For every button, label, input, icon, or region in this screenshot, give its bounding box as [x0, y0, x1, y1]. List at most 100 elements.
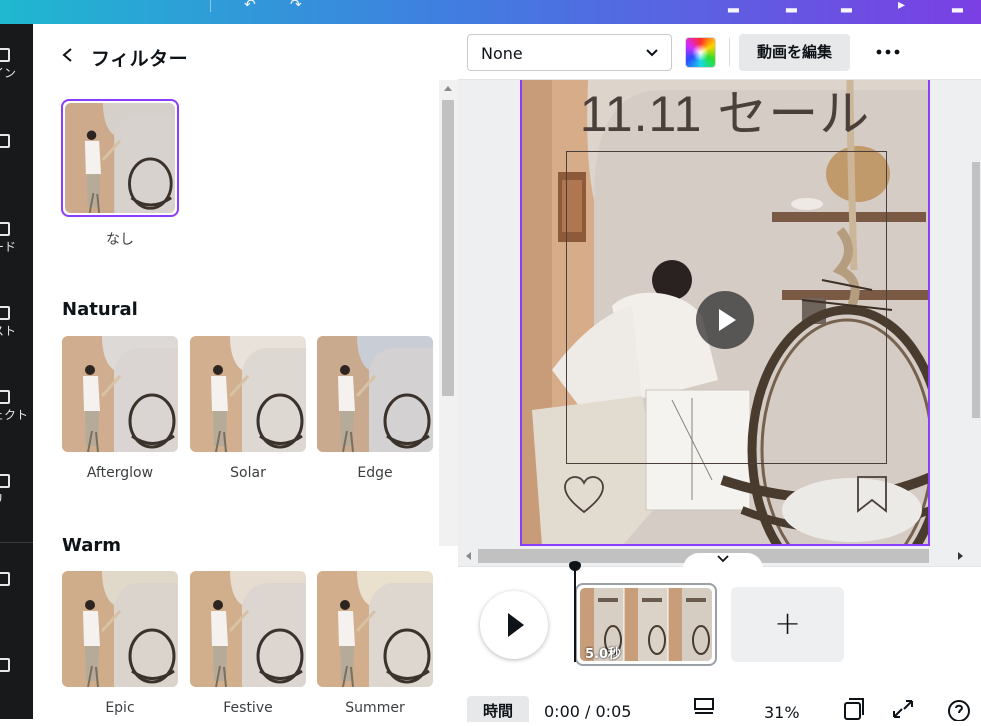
section-title-natural: Natural	[62, 299, 138, 320]
bookmark-icon[interactable]	[856, 475, 888, 513]
filter-label-none: なし	[106, 232, 134, 248]
scroll-up-arrow-icon[interactable]	[444, 86, 452, 91]
scrollbar-thumb[interactable]	[972, 162, 980, 418]
filter-thumb-solar[interactable]	[190, 336, 306, 452]
filter-thumb-edge[interactable]	[317, 336, 433, 452]
rail-label: イン	[0, 66, 17, 80]
font-select-value: None	[481, 44, 523, 63]
grid-view-icon[interactable]	[691, 697, 717, 721]
filter-label-solar: Solar	[230, 465, 266, 481]
thumbnail-image	[62, 571, 178, 687]
design-headline[interactable]: 11.11 セール	[522, 80, 928, 146]
time-display: 0:00 / 0:05	[544, 702, 632, 721]
rail-item-extra-2[interactable]	[0, 658, 32, 676]
panel-scrollbar[interactable]	[439, 80, 458, 546]
thumbnail-image	[317, 571, 433, 687]
edit-video-button[interactable]: 動画を編集	[739, 34, 850, 71]
menu-icon[interactable]: ▔▔	[28, 0, 50, 12]
timeline-play-button[interactable]	[480, 591, 548, 659]
filter-thumb-festive[interactable]	[190, 571, 306, 687]
rail-item-extra-1[interactable]	[0, 572, 32, 590]
collapse-timeline-button[interactable]	[683, 553, 763, 569]
canvas-vertical-scrollbar[interactable]	[970, 80, 981, 546]
more-options-button[interactable]	[870, 38, 906, 66]
filter-label-summer: Summer	[345, 700, 405, 716]
undo-icon[interactable]: ↶	[244, 0, 256, 12]
section-title-warm: Warm	[62, 535, 121, 556]
play-icon	[508, 613, 524, 637]
rail-divider	[0, 542, 33, 543]
rail-label: スト	[0, 324, 17, 338]
back-button[interactable]	[55, 42, 81, 68]
scroll-left-arrow-icon[interactable]	[463, 546, 475, 566]
thumbnail-image	[65, 103, 175, 213]
chevron-left-icon	[62, 48, 72, 62]
thumbnail-image	[190, 571, 306, 687]
file-menu-icon[interactable]: ▔	[150, 0, 161, 12]
filter-panel: フィルター なし Natural Afterglow Solar Edge Wa…	[33, 24, 439, 719]
help-icon[interactable]	[946, 697, 972, 721]
scroll-right-arrow-icon[interactable]	[954, 546, 966, 566]
apps-icon	[0, 474, 10, 488]
top-header-bar: ▔▔ ▔ ↶ ↷ ▂ ▂ ▂ ▸ ▂	[0, 0, 981, 24]
upload-icon	[0, 222, 10, 236]
elements-icon	[0, 134, 10, 148]
redo-icon[interactable]: ↷	[290, 0, 302, 12]
panel-header: フィルター	[33, 24, 439, 86]
color-picker-button[interactable]	[685, 37, 716, 68]
chevron-down-icon	[646, 49, 658, 57]
panel-title: フィルター	[91, 48, 189, 70]
more-dots-icon	[876, 49, 900, 55]
folder-icon	[0, 572, 10, 586]
timeline-clip[interactable]: 5.0秒	[575, 583, 717, 666]
font-select[interactable]: None	[467, 34, 672, 71]
playhead-handle[interactable]	[569, 561, 581, 571]
heart-icon[interactable]	[562, 475, 606, 515]
time-tab[interactable]: 時間	[467, 696, 529, 722]
fullscreen-icon[interactable]	[890, 697, 916, 721]
rail-item-text[interactable]: スト	[0, 306, 32, 338]
rail-label: ェクト	[0, 408, 29, 422]
magic-icon	[0, 658, 10, 672]
rail-item-apps[interactable]: リ	[0, 474, 32, 506]
rail-item-design[interactable]: イン	[0, 48, 32, 80]
design-icon	[0, 48, 10, 62]
play-icon	[719, 309, 736, 331]
thumbnail-image	[62, 336, 178, 452]
text-icon	[0, 306, 10, 320]
rail-item-projects[interactable]: ェクト	[0, 390, 32, 422]
thumbnail-image	[317, 336, 433, 452]
share-icon[interactable]: ▂	[841, 0, 852, 12]
pages-icon[interactable]	[841, 697, 867, 721]
filter-label-edge: Edge	[357, 465, 393, 481]
filter-label-afterglow: Afterglow	[86, 465, 154, 481]
filter-thumb-none[interactable]	[65, 103, 175, 213]
download-icon[interactable]: ▂	[952, 0, 963, 12]
canvas-area: 11.11 セール	[458, 80, 981, 567]
filter-thumb-epic[interactable]	[62, 571, 178, 687]
analytics-icon[interactable]: ▂	[728, 0, 739, 12]
header-divider	[210, 0, 211, 12]
zoom-level[interactable]: 31%	[764, 703, 800, 722]
design-page[interactable]: 11.11 セール	[520, 80, 930, 546]
chevron-down-icon	[717, 555, 729, 563]
playhead-line[interactable]	[574, 565, 576, 662]
toolbar-divider	[729, 38, 730, 66]
timeline-footer: 時間 0:00 / 0:05 31%	[458, 695, 981, 722]
filter-label-festive: Festive	[223, 700, 273, 716]
plus-icon: +	[774, 604, 801, 642]
scrollbar-thumb[interactable]	[442, 100, 454, 396]
rail-item-elements[interactable]	[0, 134, 32, 152]
rail-label: リ	[0, 492, 4, 506]
send-icon[interactable]: ▸	[898, 0, 905, 12]
video-play-button[interactable]	[696, 291, 754, 349]
rail-item-upload[interactable]: ード	[0, 222, 32, 254]
add-scene-button[interactable]: +	[731, 587, 844, 662]
filter-thumb-summer[interactable]	[317, 571, 433, 687]
projects-icon	[0, 390, 10, 404]
side-rail: イン ード スト ェクト リ	[0, 24, 33, 719]
filter-thumb-afterglow[interactable]	[62, 336, 178, 452]
thumbnail-image	[190, 336, 306, 452]
present-icon[interactable]: ▂	[786, 0, 797, 12]
filter-label-epic: Epic	[105, 700, 135, 716]
